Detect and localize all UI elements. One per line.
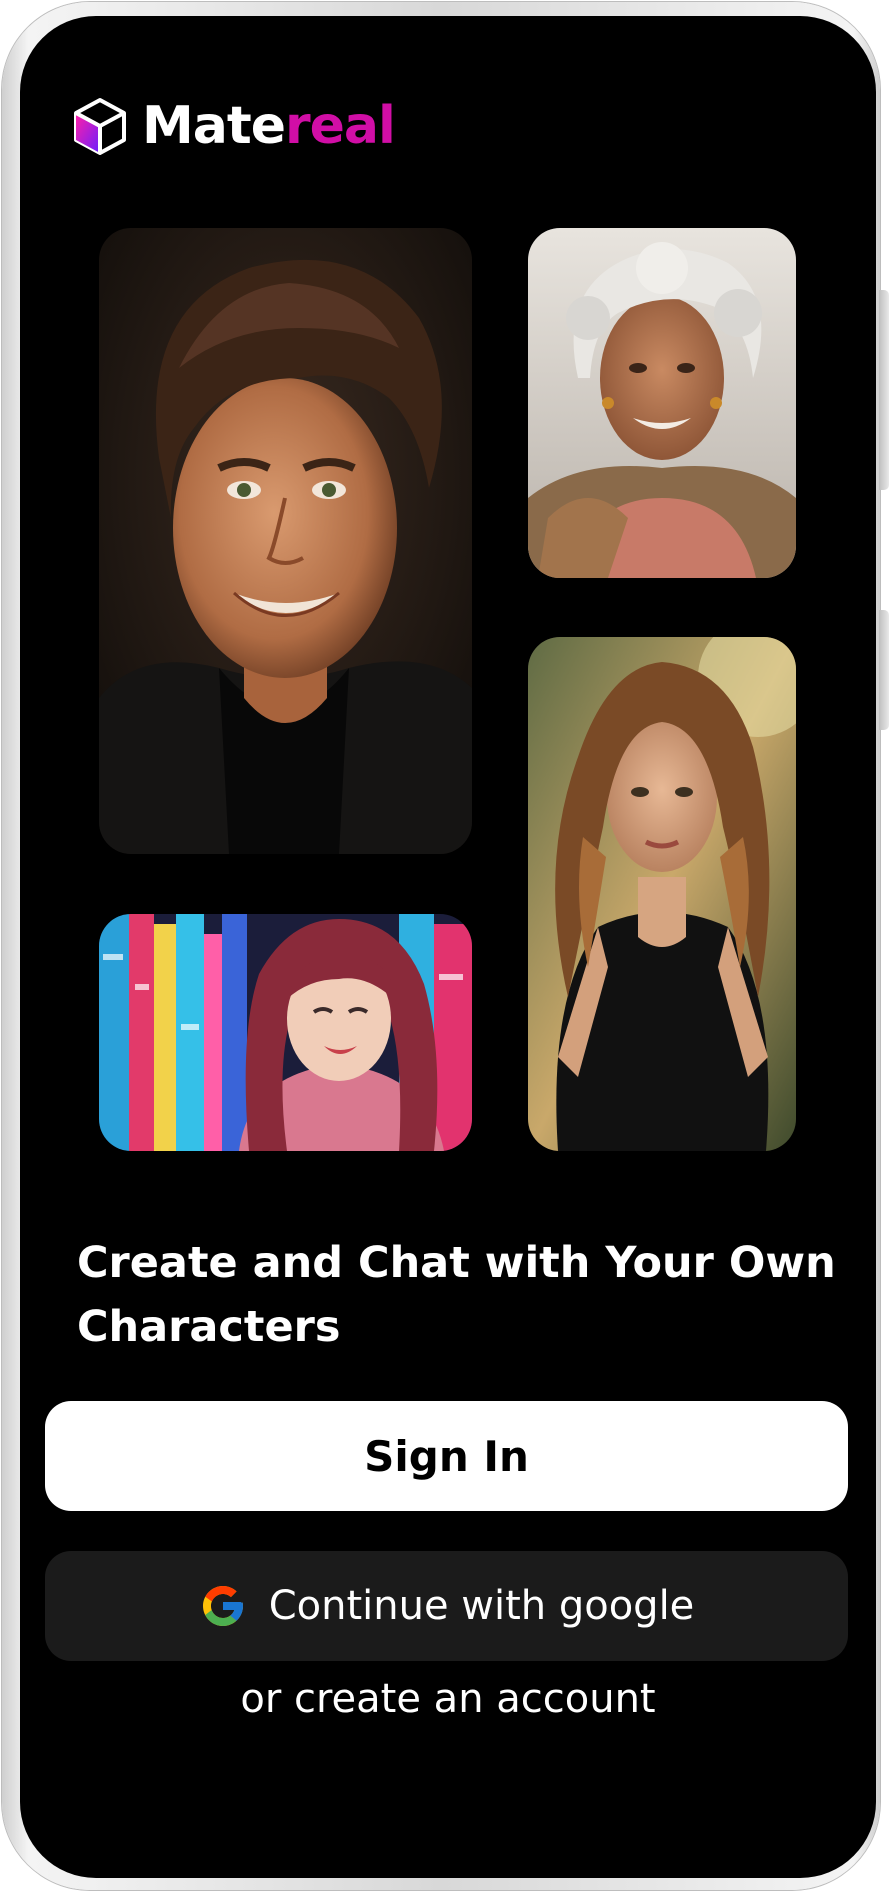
app-name: Matereal (142, 100, 396, 152)
sign-in-button[interactable]: Sign In (45, 1401, 848, 1511)
character-photo-woman-wavy-hair (528, 637, 796, 1151)
character-photo-woman-neon-city (99, 914, 472, 1151)
create-account-link[interactable]: or create an account (20, 1676, 876, 1722)
power-button (879, 610, 889, 730)
phone-frame: Matereal Create and Chat with Your Own C… (2, 2, 889, 1890)
app-screen: Matereal Create and Chat with Your Own C… (20, 16, 876, 1878)
continue-with-google-label: Continue with google (268, 1583, 695, 1629)
cube-icon (74, 98, 126, 155)
sign-in-label: Sign In (364, 1431, 529, 1481)
character-photo-man (99, 228, 472, 854)
logo-text-mate: Mate (142, 96, 286, 156)
google-icon (202, 1586, 243, 1626)
app-logo: Matereal (70, 96, 396, 156)
character-photo-elderly-woman (528, 228, 796, 578)
logo-text-real: real (284, 96, 396, 156)
continue-with-google-button[interactable]: Continue with google (45, 1551, 848, 1661)
volume-button (879, 290, 889, 490)
headline: Create and Chat with Your Own Characters (77, 1238, 836, 1352)
